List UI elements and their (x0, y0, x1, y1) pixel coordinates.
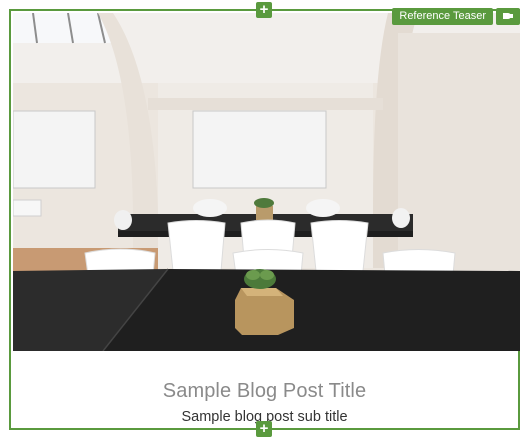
add-component-below-button[interactable]: + (256, 421, 272, 437)
add-component-above-button[interactable]: + (256, 2, 272, 18)
teaser-component-frame[interactable]: Sample Blog Post Title Sample blog post … (9, 9, 520, 430)
component-toolbar: Reference Teaser (392, 8, 520, 25)
component-type-label[interactable]: Reference Teaser (392, 8, 493, 25)
teaser-image (13, 13, 520, 351)
teaser-title: Sample Blog Post Title (162, 380, 367, 402)
component-action-button[interactable] (496, 8, 520, 25)
paragraph-icon (502, 8, 514, 26)
